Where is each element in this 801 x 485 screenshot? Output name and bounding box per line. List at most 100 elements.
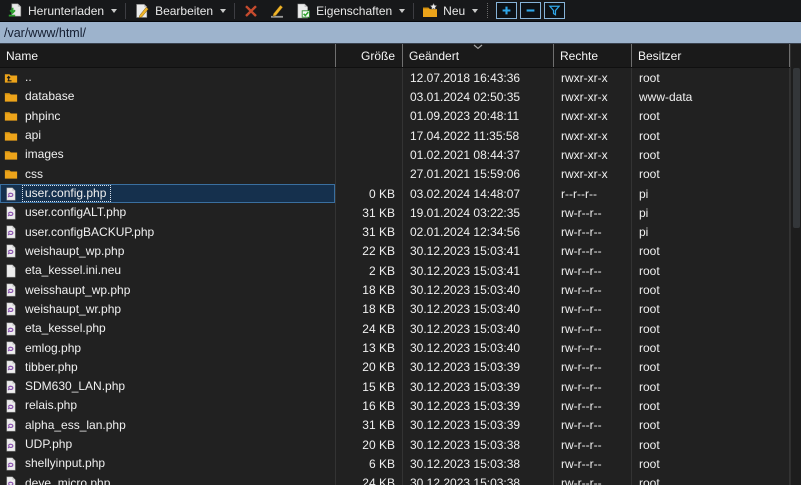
column-header-owner[interactable]: Besitzer	[632, 44, 790, 67]
file-modified: 02.01.2024 12:34:56	[403, 223, 554, 242]
table-row[interactable]: css 27.01.2021 15:59:06 rwxr-xr-x root	[0, 165, 801, 184]
file-rights: rw-r--r--	[554, 435, 632, 454]
column-header-name[interactable]: Name	[0, 44, 336, 67]
toolbar-grip[interactable]	[487, 3, 491, 18]
table-row[interactable]: api 17.04.2022 11:35:58 rwxr-xr-x root	[0, 126, 801, 145]
file-name-cell: phpinc	[0, 107, 336, 126]
table-row[interactable]: phpinc 01.09.2023 20:48:11 rwxr-xr-x roo…	[0, 107, 801, 126]
file-modified: 01.09.2023 20:48:11	[403, 107, 554, 126]
php-file-icon	[4, 457, 18, 471]
edit-button[interactable]: Bearbeiten	[129, 1, 231, 21]
folder-icon	[4, 148, 18, 162]
column-header-modified[interactable]: Geändert	[403, 44, 554, 67]
file-size	[336, 68, 403, 87]
file-rights: rwxr-xr-x	[554, 68, 632, 87]
file-modified: 12.07.2018 16:43:36	[403, 68, 554, 87]
minus-button[interactable]	[520, 2, 541, 19]
rename-button[interactable]	[264, 1, 290, 21]
table-row[interactable]: deye_micro.php 24 KB 30.12.2023 15:03:38…	[0, 474, 801, 485]
file-size	[336, 87, 403, 106]
table-row[interactable]: eta_kessel.ini.neu 2 KB 30.12.2023 15:03…	[0, 261, 801, 280]
table-row[interactable]: weishaupt_wr.php 18 KB 30.12.2023 15:03:…	[0, 300, 801, 319]
table-row[interactable]: user.configBACKUP.php 31 KB 02.01.2024 1…	[0, 223, 801, 242]
file-name: database	[23, 89, 78, 104]
file-modified: 03.02.2024 14:48:07	[403, 184, 554, 203]
scrollbar[interactable]	[790, 44, 801, 485]
php-file-icon	[4, 302, 18, 316]
table-row[interactable]: weisshaupt_wp.php 18 KB 30.12.2023 15:03…	[0, 280, 801, 299]
column-header-size[interactable]: Größe	[336, 44, 403, 67]
delete-button[interactable]	[238, 1, 264, 21]
file-owner: root	[632, 165, 790, 184]
file-size: 20 KB	[336, 358, 403, 377]
file-owner: root	[632, 396, 790, 415]
table-row[interactable]: SDM630_LAN.php 15 KB 30.12.2023 15:03:39…	[0, 377, 801, 396]
php-file-icon	[4, 380, 18, 394]
table-row[interactable]: user.configALT.php 31 KB 19.01.2024 03:2…	[0, 203, 801, 222]
delete-icon	[243, 3, 259, 19]
file-size: 6 KB	[336, 454, 403, 473]
file-size: 20 KB	[336, 435, 403, 454]
php-file-icon	[4, 322, 18, 336]
file-name: images	[23, 147, 68, 162]
chevron-down-icon[interactable]	[472, 9, 478, 13]
file-owner: root	[632, 338, 790, 357]
file-name-cell: alpha_ess_lan.php	[0, 416, 336, 435]
path-bar[interactable]: /var/www/html/	[0, 22, 801, 44]
file-size	[336, 165, 403, 184]
file-owner: pi	[632, 184, 790, 203]
file-name-cell: tibber.php	[0, 358, 336, 377]
table-row[interactable]: shellyinput.php 6 KB 30.12.2023 15:03:38…	[0, 454, 801, 473]
file-rights: rw-r--r--	[554, 454, 632, 473]
folder-icon	[4, 90, 18, 104]
file-modified: 17.04.2022 11:35:58	[403, 126, 554, 145]
chevron-down-icon[interactable]	[399, 9, 405, 13]
file-name: api	[23, 128, 45, 143]
table-row[interactable]: tibber.php 20 KB 30.12.2023 15:03:39 rw-…	[0, 358, 801, 377]
file-name: deye_micro.php	[23, 476, 114, 485]
file-modified: 30.12.2023 15:03:40	[403, 338, 554, 357]
download-button[interactable]: Herunterladen	[2, 1, 122, 21]
file-size: 0 KB	[336, 184, 403, 203]
file-owner: root	[632, 358, 790, 377]
column-header-rights[interactable]: Rechte	[554, 44, 632, 67]
table-row[interactable]: UDP.php 20 KB 30.12.2023 15:03:38 rw-r--…	[0, 435, 801, 454]
file-owner: root	[632, 435, 790, 454]
properties-button[interactable]: Eigenschaften	[290, 1, 410, 21]
table-row[interactable]: images 01.02.2021 08:44:37 rwxr-xr-x roo…	[0, 145, 801, 164]
sort-indicator-icon	[473, 44, 484, 50]
table-row[interactable]: .. 12.07.2018 16:43:36 rwxr-xr-x root	[0, 68, 801, 87]
file-name-cell: api	[0, 126, 336, 145]
table-row[interactable]: database 03.01.2024 02:50:35 rwxr-xr-x w…	[0, 87, 801, 106]
folder-icon	[4, 129, 18, 143]
table-row[interactable]: user.config.php 0 KB 03.02.2024 14:48:07…	[0, 184, 801, 203]
new-button[interactable]: Neu	[417, 1, 483, 21]
php-file-icon	[4, 341, 18, 355]
file-icon	[4, 264, 18, 278]
plus-button[interactable]	[496, 2, 517, 19]
filter-button[interactable]	[544, 2, 565, 19]
file-owner: root	[632, 242, 790, 261]
file-name-cell: weishaupt_wr.php	[0, 300, 336, 319]
table-header: Name Größe Geändert Rechte Besitzer	[0, 44, 801, 68]
file-name-cell: user.config.php	[0, 184, 336, 203]
table-row[interactable]: relais.php 16 KB 30.12.2023 15:03:39 rw-…	[0, 396, 801, 415]
file-size: 15 KB	[336, 377, 403, 396]
table-row[interactable]: emlog.php 13 KB 30.12.2023 15:03:40 rw-r…	[0, 338, 801, 357]
table-row[interactable]: eta_kessel.php 24 KB 30.12.2023 15:03:40…	[0, 319, 801, 338]
table-row[interactable]: weishaupt_wp.php 22 KB 30.12.2023 15:03:…	[0, 242, 801, 261]
chevron-down-icon[interactable]	[111, 9, 117, 13]
filter-icon	[548, 4, 561, 17]
file-rights: rw-r--r--	[554, 319, 632, 338]
file-modified: 30.12.2023 15:03:39	[403, 358, 554, 377]
file-rights: rwxr-xr-x	[554, 145, 632, 164]
scrollbar-thumb[interactable]	[793, 68, 800, 228]
chevron-down-icon[interactable]	[220, 9, 226, 13]
file-owner: root	[632, 454, 790, 473]
current-path: /var/www/html/	[4, 26, 86, 40]
file-size: 24 KB	[336, 319, 403, 338]
file-rights: rw-r--r--	[554, 280, 632, 299]
file-name: user.configALT.php	[23, 205, 130, 220]
table-row[interactable]: alpha_ess_lan.php 31 KB 30.12.2023 15:03…	[0, 416, 801, 435]
file-owner: root	[632, 107, 790, 126]
